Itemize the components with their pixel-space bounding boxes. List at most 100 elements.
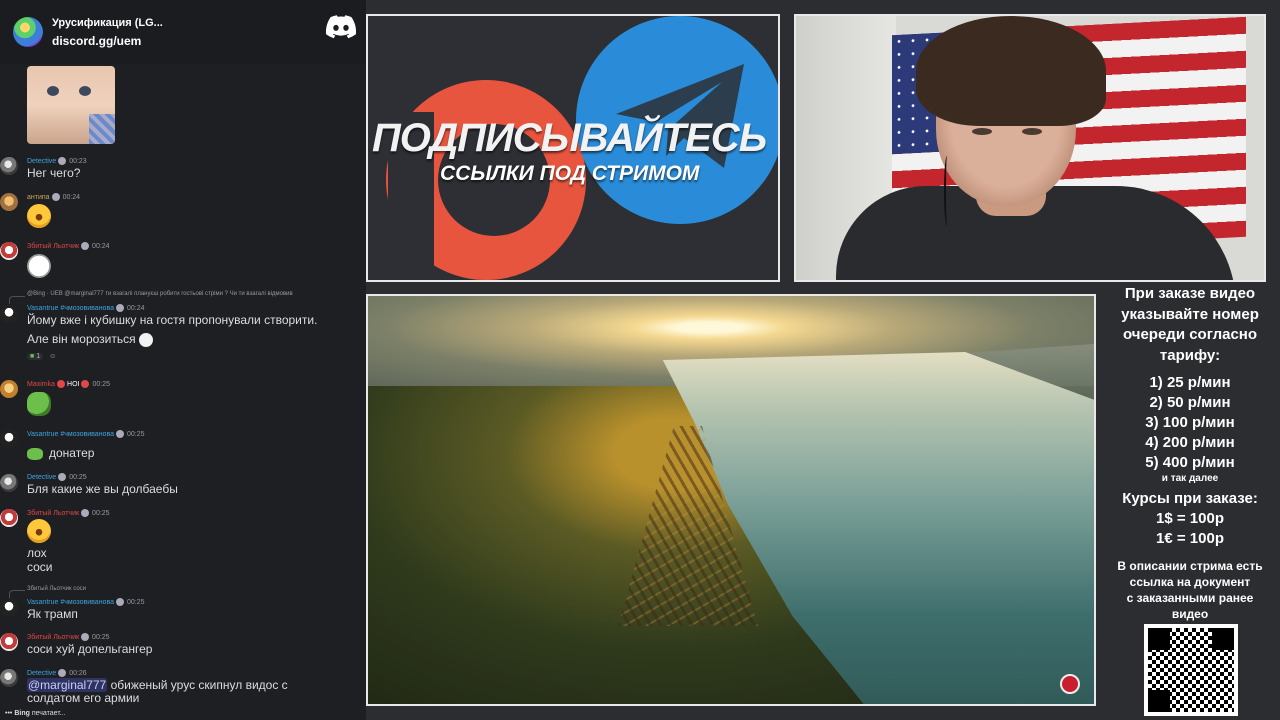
info-line: При заказе видео	[1124, 285, 1256, 302]
server-name: Урусификация (LG...	[52, 16, 163, 29]
message-meta: Збитый Льотчик 00:25	[27, 509, 110, 517]
tariff-item: 2) 50 р/мин	[1149, 394, 1231, 411]
typing-indicator: ••• Bing печатает...	[5, 710, 66, 717]
message-meta: Detective 00:25	[27, 473, 87, 481]
reply-connector	[9, 296, 25, 304]
avatar[interactable]	[0, 157, 18, 175]
chat-header: Урусификация (LG... discord.gg/uem	[0, 0, 366, 64]
chat-image-attachment[interactable]	[27, 66, 115, 144]
avatar[interactable]	[0, 193, 18, 211]
typing-dots-icon: •••	[5, 710, 13, 717]
avatar[interactable]	[0, 509, 18, 527]
discord-logo-icon	[326, 15, 356, 39]
typing-user: Bing	[14, 710, 30, 717]
video-logo-icon	[1060, 674, 1080, 694]
timestamp: 00:24	[92, 242, 110, 250]
message-text: соси хуй допельгангер	[27, 642, 153, 656]
message-meta: Detective 00:23	[27, 157, 87, 165]
message-text: Йому вже і кубишку на гостя пропонували …	[27, 313, 318, 327]
pepe-emoji-icon	[27, 447, 43, 460]
reply-preview[interactable]: Збитый Льотчик соси	[27, 586, 86, 592]
user-mention[interactable]: @marginal777	[27, 678, 108, 692]
message-meta: Vasantrue #чмозовиванова 00:24	[27, 304, 145, 312]
server-invite-link[interactable]: discord.gg/uem	[52, 34, 163, 48]
avatar[interactable]	[0, 430, 18, 448]
username[interactable]: антипа	[27, 194, 50, 201]
message-meta: Vasantrue #чмозовиванова 00:25	[27, 430, 145, 438]
rates-title: Курсы при заказе:	[1122, 490, 1258, 507]
user-badge-icon	[81, 380, 90, 388]
info-line: с заказанными ранее	[1126, 591, 1254, 605]
username[interactable]: Збитый Льотчик	[27, 510, 79, 517]
image-detail	[89, 114, 115, 144]
streamer-eye	[1022, 128, 1042, 135]
laughing-emoji-icon	[27, 519, 51, 543]
message-meta: Збитый Льотчик 00:25	[27, 633, 110, 641]
image-detail	[79, 86, 91, 96]
username[interactable]: Збитый Льотчик	[27, 243, 79, 250]
user-badge-icon	[81, 633, 90, 641]
rate-item: 1€ = 100р	[1156, 530, 1224, 547]
user-badge-icon	[115, 598, 124, 606]
reaction-pill[interactable]: ■ 1	[27, 352, 44, 360]
timestamp: 00:24	[126, 304, 145, 312]
user-badge-icon	[58, 669, 67, 677]
tariff-list: 1) 25 р/мин 2) 50 р/мин 3) 100 р/мин 4) …	[1100, 373, 1280, 473]
server-icon	[13, 17, 43, 47]
avatar[interactable]	[0, 474, 18, 492]
info-line: ссылка на документ	[1129, 575, 1251, 589]
message-text-span: Але він морозиться	[27, 332, 136, 346]
add-reaction-icon[interactable]: ☺	[49, 353, 56, 360]
message-meta: Vasantrue #чмозовиванова 00:25	[27, 598, 145, 606]
username[interactable]: Detective	[27, 474, 56, 481]
avatar[interactable]	[0, 380, 18, 398]
video-player[interactable]	[366, 294, 1096, 706]
username[interactable]: Vasantrue #чмозовиванова	[27, 599, 114, 606]
typing-suffix: печатает...	[29, 710, 66, 717]
username[interactable]: Vasantrue #чмозовиванова	[27, 431, 114, 438]
reply-preview[interactable]: @Bing · UEB @marginal777 ти взагалі план…	[27, 291, 293, 297]
tariff-item: 1) 25 р/мин	[1149, 374, 1231, 391]
rate-item: 1$ = 100р	[1156, 510, 1224, 527]
user-badge-icon	[58, 157, 67, 165]
reaction-count: 1	[36, 352, 41, 360]
user-badge-icon	[115, 304, 124, 312]
info-line: тарифу:	[1159, 346, 1221, 364]
reply-connector	[9, 590, 25, 598]
avatar[interactable]	[0, 599, 18, 617]
username[interactable]: Detective	[27, 158, 56, 165]
meh-emoji-icon	[138, 332, 153, 347]
timestamp: 00:26	[69, 669, 87, 677]
timestamp: 00:25	[126, 598, 145, 606]
promo-subtitle: ССЫЛКИ ПОД СТРИМОМ	[440, 162, 700, 185]
avatar[interactable]	[0, 242, 18, 260]
username[interactable]: Збитый Льотчик	[27, 634, 79, 641]
user-badge-icon	[81, 242, 90, 250]
avatar[interactable]	[0, 633, 18, 651]
laughing-emoji-icon	[27, 204, 51, 228]
user-badge-icon	[51, 193, 60, 201]
username[interactable]: Detective	[27, 670, 56, 677]
message-meta: Maximka HOI 00:25	[27, 380, 110, 388]
timestamp: 00:23	[69, 157, 87, 165]
description-note: В описании стрима есть ссылка на докумен…	[1100, 558, 1280, 622]
info-line: очереди согласно	[1122, 326, 1258, 343]
user-badge-icon	[57, 380, 66, 388]
streamer-hair	[916, 16, 1106, 126]
info-line: В описании стрима есть	[1117, 559, 1263, 573]
qr-code[interactable]	[1144, 624, 1238, 716]
avatar[interactable]	[0, 669, 18, 687]
avatar[interactable]	[0, 305, 18, 323]
message-text: солдатом его армии	[27, 691, 140, 705]
message-text-span: обиженый урус скипнул видос с	[107, 678, 288, 692]
timestamp: 00:25	[69, 473, 87, 481]
order-info-panel: При заказе видео указывайте номер очеред…	[1100, 284, 1280, 622]
message-meta: Detective 00:26	[27, 669, 87, 677]
username[interactable]: Maximka	[27, 381, 55, 388]
streamer-eye	[972, 128, 992, 135]
rates-list: 1$ = 100р 1€ = 100р	[1100, 509, 1280, 549]
image-detail	[47, 86, 59, 96]
username[interactable]: Vasantrue #чмозовиванова	[27, 305, 114, 312]
qr-code-pattern	[1148, 628, 1234, 712]
message-text: @marginal777 обиженый урус скипнул видос…	[27, 678, 288, 692]
